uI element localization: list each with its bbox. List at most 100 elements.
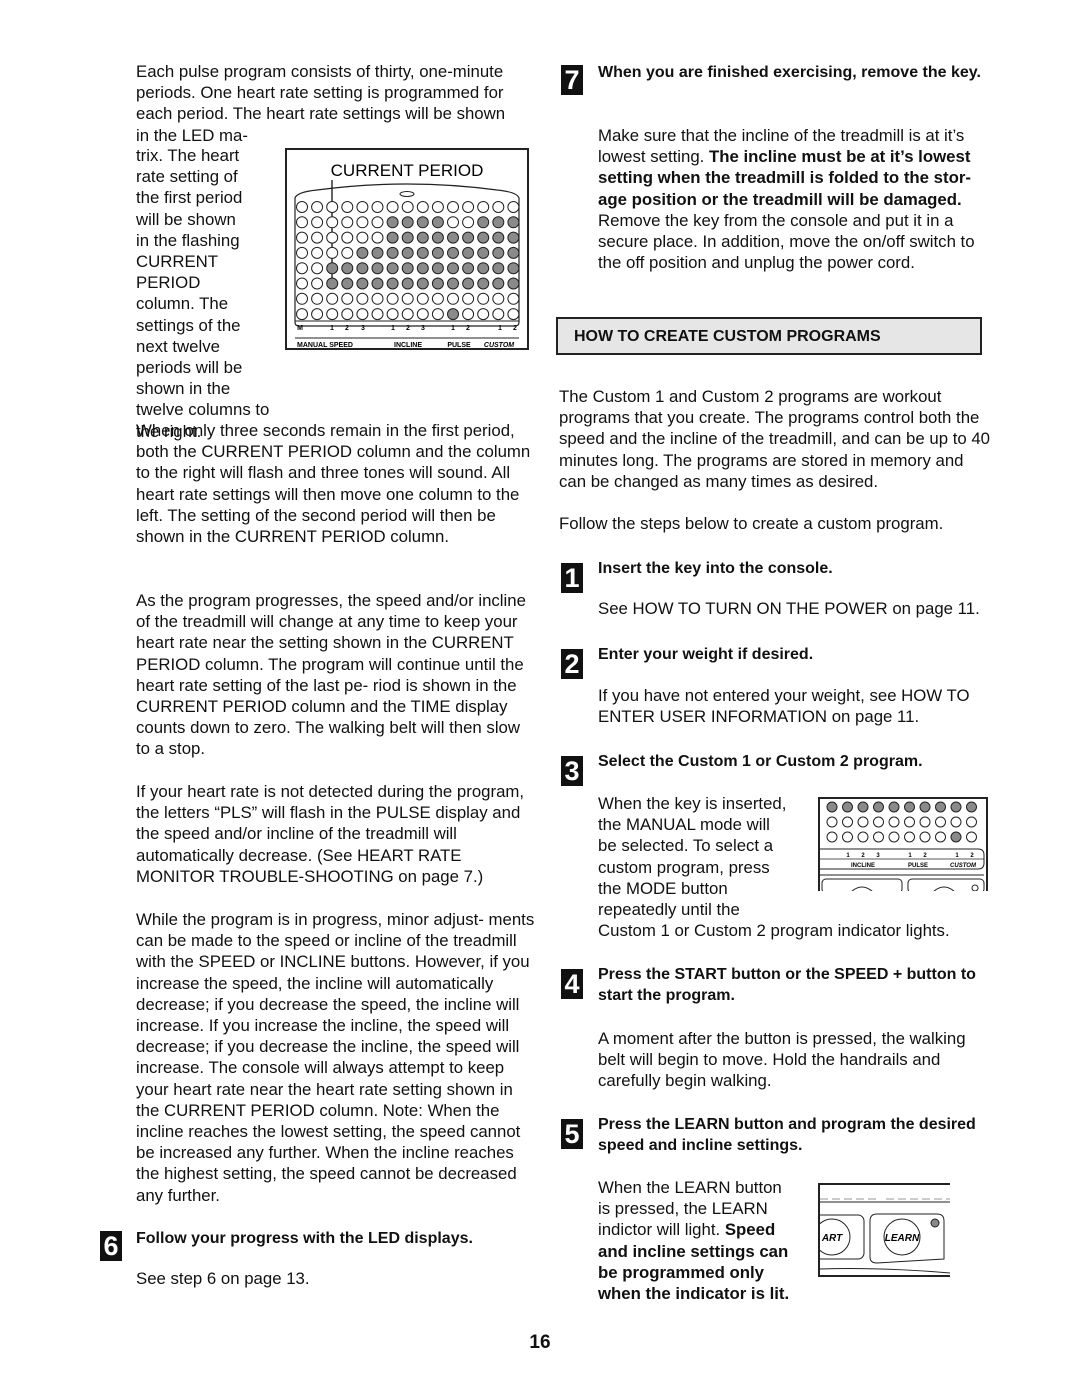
- led-lit: [447, 231, 459, 244]
- led-unlit: [341, 308, 354, 321]
- led-unlit: [842, 816, 853, 828]
- page-number: 16: [529, 1332, 551, 1353]
- led-lit: [356, 262, 369, 275]
- led-lit: [371, 262, 384, 275]
- led-unlit: [296, 277, 308, 290]
- led-lit: [356, 246, 369, 259]
- led-lit: [492, 231, 505, 244]
- led-column-number: 1: [955, 853, 959, 859]
- led-lit: [416, 262, 429, 275]
- step-6-body: See step 6 on page 13.: [136, 1269, 310, 1288]
- led-unlit: [826, 831, 838, 843]
- led-column-number: 1: [908, 853, 912, 859]
- led-lit: [477, 216, 490, 229]
- step-3-heading: Select the Custom 1 or Custom 2 program.: [598, 753, 923, 770]
- step-2-body: If you have not entered your weight, see…: [598, 686, 970, 727]
- led-lit: [371, 277, 384, 290]
- led-unlit: [966, 831, 977, 843]
- intro-paragraph: Each pulse program consists of thirty, o…: [136, 61, 536, 146]
- led-lit: [431, 231, 444, 244]
- led-unlit: [296, 292, 308, 305]
- led-unlit: [447, 201, 459, 213]
- led-unlit: [431, 201, 444, 213]
- led-lit: [477, 231, 490, 244]
- led-lit: [341, 262, 354, 275]
- led-unlit: [371, 231, 384, 244]
- step-6-badge: 6: [100, 1231, 122, 1261]
- led-lit: [935, 801, 946, 813]
- step-7-heading: When you are finished exercising, remove…: [598, 64, 981, 81]
- step-7-body: Make sure that the incline of the treadm…: [598, 125, 994, 273]
- led-lit: [431, 246, 444, 259]
- led-unlit: [477, 292, 490, 305]
- led-lit: [341, 277, 354, 290]
- led-column-number: 2: [466, 325, 470, 332]
- learn-button-label: LEARN: [885, 1233, 920, 1244]
- step-5-line: is pressed, the LEARN: [598, 1199, 768, 1219]
- led-group-label: INCLINE: [851, 863, 875, 869]
- led-lit: [462, 277, 475, 290]
- led-lit: [447, 262, 459, 275]
- wrap-line: column. The: [136, 294, 229, 314]
- led-lit: [447, 308, 459, 321]
- led-lit: [507, 231, 520, 244]
- led-lit: [371, 246, 384, 259]
- led-group-label: INCLINE: [394, 342, 422, 348]
- step-3-line: repeatedly until the: [598, 900, 740, 920]
- led-column-number: 1: [391, 325, 395, 332]
- led-unlit: [326, 246, 339, 259]
- step-6-heading: Follow your progress with the LED displa…: [136, 1230, 473, 1247]
- led-lit: [326, 262, 339, 275]
- led-lit: [447, 246, 459, 259]
- step-4-body: A moment after the button is pressed, th…: [598, 1029, 966, 1091]
- step-5-bold-line: and incline settings can: [598, 1241, 789, 1261]
- led-unlit: [371, 201, 384, 213]
- step-5-line: When the LEARN button: [598, 1178, 782, 1197]
- led-column-number: 1: [330, 325, 334, 332]
- led-lit: [477, 246, 490, 259]
- led-unlit: [842, 831, 853, 843]
- led-unlit: [416, 201, 429, 213]
- led-lit: [888, 801, 900, 813]
- step-5-bold-line: Speed: [724, 1220, 776, 1240]
- led-unlit: [386, 308, 399, 321]
- led-unlit: [341, 292, 354, 305]
- led-lit: [966, 801, 977, 813]
- led-column-number: 3: [361, 325, 365, 332]
- led-column-number: 1: [451, 325, 455, 332]
- led-lit: [431, 262, 444, 275]
- indicator-light: [971, 884, 979, 892]
- led-lit: [356, 277, 369, 290]
- led-lit: [462, 262, 475, 275]
- step-5-bold-line: be programmed only: [598, 1262, 764, 1282]
- led-matrix-figure: CURRENT PERIOD M 1 2 3 1 2 3 1 2 1 2 MANUAL SPEED IN…: [285, 148, 529, 350]
- led-unlit: [311, 201, 324, 213]
- led-lit: [477, 262, 490, 275]
- led-group-label: CUSTOM: [950, 863, 977, 869]
- led-unlit: [326, 308, 339, 321]
- step-5-heading: Press the LEARN button and program the d…: [598, 1116, 976, 1154]
- led-unlit: [401, 201, 414, 213]
- led-unlit: [296, 308, 308, 321]
- led-column-number: 2: [513, 325, 517, 332]
- led-unlit: [311, 277, 324, 290]
- led-unlit: [873, 831, 884, 843]
- led-group-label: MANUAL SPEED: [297, 342, 353, 348]
- learn-indicator-light: [930, 1218, 940, 1228]
- led-unlit: [401, 292, 414, 305]
- led-unlit: [311, 246, 324, 259]
- wrap-line: will be shown: [136, 209, 236, 229]
- led-lit: [386, 231, 399, 244]
- learn-figure-svg: ART LEARN: [813, 1198, 951, 1274]
- led-unlit: [447, 216, 459, 229]
- led-lit: [462, 246, 475, 259]
- led-lit: [401, 216, 414, 229]
- led-column-number: 2: [970, 853, 974, 859]
- led-unlit: [477, 201, 490, 213]
- led-lit: [401, 246, 414, 259]
- indicator-slot: [399, 191, 415, 197]
- led-unlit: [966, 816, 977, 828]
- start-button: [931, 886, 957, 894]
- step-1-body: See HOW TO TURN ON THE POWER on page 11.: [598, 599, 980, 618]
- led-lit: [431, 277, 444, 290]
